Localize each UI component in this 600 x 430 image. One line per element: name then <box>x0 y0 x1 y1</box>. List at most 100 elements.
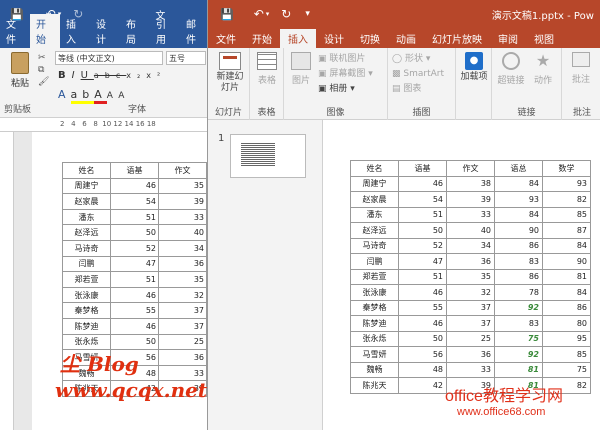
online-picture-button[interactable]: ▣ 联机图片 <box>318 52 373 67</box>
table-cell: 马雪妍 <box>350 346 399 363</box>
table-cell: 51 <box>398 268 447 285</box>
redo-icon[interactable]: ↻ <box>73 7 83 21</box>
addins-button[interactable]: ● 加载项 <box>460 52 488 83</box>
chart-button[interactable]: ▤ 图表 <box>392 82 444 97</box>
table-cell: 赵泽远 <box>62 224 111 241</box>
table-cell: 36 <box>158 349 207 366</box>
table-cell: 张永烁 <box>350 330 399 347</box>
italic-icon[interactable]: I <box>72 70 81 81</box>
table-header-cell: 姓名 <box>62 162 111 179</box>
star-icon: ★ <box>535 51 551 70</box>
word-tab-1[interactable]: 开始 <box>30 14 60 48</box>
table-cell: 33 <box>158 208 207 226</box>
text-effect-icon[interactable]: A <box>58 88 71 101</box>
screenshot-button[interactable]: ▣ 屏幕截图 ▾ <box>318 67 373 82</box>
ppt-tab-6[interactable]: 幻灯片放映 <box>424 29 490 48</box>
cut-icon[interactable]: ✂ <box>38 52 49 64</box>
copy-icon[interactable]: ⧉ <box>38 64 49 76</box>
strike-icon[interactable]: abc <box>94 71 126 80</box>
table-cell: 25 <box>158 333 207 351</box>
customize-qat-icon[interactable]: ▾ <box>305 9 310 19</box>
chevron-down-icon[interactable]: ▾ <box>266 10 270 18</box>
word-tab-5[interactable]: 引用 <box>150 14 180 48</box>
format-painter-icon[interactable]: 🖌 <box>38 76 49 88</box>
word-tab-6[interactable]: 邮件 <box>180 14 210 48</box>
word-tab-4[interactable]: 布局 <box>120 14 150 48</box>
slide-table[interactable]: 姓名 语基 作文 语总 数学 周建宁 46 38 84 93 赵家晨 54 39 93 82 潘东 51 33 84… <box>350 160 591 394</box>
table-cell: 46 <box>398 175 447 192</box>
ppt-tab-5[interactable]: 动画 <box>388 29 424 48</box>
shrink-font-icon[interactable]: A <box>118 91 129 101</box>
paste-button[interactable]: 粘贴 <box>6 52 34 89</box>
online-picture-icon: ▣ <box>318 54 327 64</box>
shapes-button[interactable]: ◯ 形状 ▾ <box>392 52 444 67</box>
table-row: 赵泽远 50 40 <box>62 224 207 241</box>
undo-icon[interactable]: ↶ <box>254 7 264 21</box>
table-row: 秦梦格 55 37 <box>62 302 207 319</box>
ppt-tab-3[interactable]: 设计 <box>316 29 352 48</box>
font-color-icon[interactable]: A <box>94 88 107 104</box>
picture-label: 图片 <box>291 76 310 86</box>
table-cell: 92 <box>494 346 543 363</box>
ppt-tab-2[interactable]: 插入 <box>280 29 316 48</box>
font-name-select[interactable]: 等线 (中文正文) <box>55 51 163 65</box>
bold-icon[interactable]: B <box>58 70 72 81</box>
table-cell: 54 <box>398 191 447 208</box>
table-cell: 36 <box>158 255 207 273</box>
group-illustrations-label: 插图 <box>412 108 431 118</box>
comment-icon <box>572 52 590 67</box>
table-button[interactable]: 表格 <box>254 52 280 86</box>
smartart-button[interactable]: ▩ SmartArt <box>392 67 444 82</box>
watermark-url: www.qcqx.net <box>55 378 208 402</box>
redo-icon[interactable]: ↻ <box>281 7 291 21</box>
ppt-tab-7[interactable]: 审阅 <box>490 29 526 48</box>
table-header-cell: 语基 <box>398 160 447 177</box>
table-row: 赵泽远 50 40 90 87 <box>350 222 591 239</box>
table-header-cell: 姓名 <box>350 160 399 177</box>
table-cell: 25 <box>446 330 495 347</box>
new-slide-icon <box>219 52 241 70</box>
slide-thumbnail[interactable] <box>230 134 306 178</box>
ruler-marks: 2 4 6 8 10 12 14 16 18 <box>60 120 156 128</box>
word-tab-3[interactable]: 设计 <box>90 14 120 48</box>
ppt-tab-1[interactable]: 开始 <box>244 29 280 48</box>
color-buttons: AabAAA <box>58 88 129 104</box>
table-header-row: 姓名 语基 作文 语总 数学 <box>350 160 591 177</box>
table-cell: 56 <box>398 346 447 363</box>
table-cell: 83 <box>494 253 543 270</box>
shapes-label: 形状 <box>404 54 423 64</box>
ppt-tab-8[interactable]: 视图 <box>526 29 562 48</box>
table-cell: 陈梦迪 <box>350 315 399 332</box>
table-cell: 38 <box>446 175 495 192</box>
table-cell: 赵家晨 <box>350 191 399 208</box>
table-cell: 陈兆天 <box>350 377 399 394</box>
ppt-tab-0[interactable]: 文件 <box>208 29 244 48</box>
action-button[interactable]: ★ 动作 <box>528 51 558 87</box>
font-size-select[interactable]: 五号 <box>166 51 206 65</box>
album-label: 相册 <box>329 84 348 94</box>
new-slide-button[interactable]: 新建幻灯片 <box>214 52 246 94</box>
comment-button[interactable]: 批注 <box>566 52 596 85</box>
ppt-tab-4[interactable]: 切换 <box>352 29 388 48</box>
highlight-icon[interactable]: ab <box>70 88 95 104</box>
superscript-icon[interactable]: x² <box>146 71 166 80</box>
hyperlink-button[interactable]: 超链接 <box>496 52 526 86</box>
table-cell: 86 <box>542 299 591 316</box>
grow-font-icon[interactable]: A <box>107 91 118 101</box>
table-row: 闫鹏 47 36 <box>62 255 207 273</box>
table-cell: 52 <box>398 237 447 254</box>
group-clipboard-label: 剪贴板 <box>4 105 32 115</box>
table-row: 马雪妍 56 36 92 85 <box>350 346 591 363</box>
subscript-icon[interactable]: x₂ <box>126 71 146 80</box>
underline-icon[interactable]: U <box>81 70 94 81</box>
table-row: 张泳康 46 32 78 84 <box>350 284 591 301</box>
table-cell: 47 <box>398 253 447 270</box>
table-cell: 54 <box>110 193 159 210</box>
album-button[interactable]: ▣ 相册 ▾ <box>318 82 373 97</box>
picture-button[interactable]: 图片 <box>288 52 314 86</box>
group-illustrations: ◯ 形状 ▾ ▩ SmartArt ▤ 图表 插图 <box>388 48 456 120</box>
table-header-cell: 作文 <box>158 162 207 179</box>
save-icon[interactable]: 💾 <box>220 8 234 21</box>
word-tab-0[interactable]: 文件 <box>0 14 30 48</box>
table-cell: 张泳康 <box>350 284 399 301</box>
